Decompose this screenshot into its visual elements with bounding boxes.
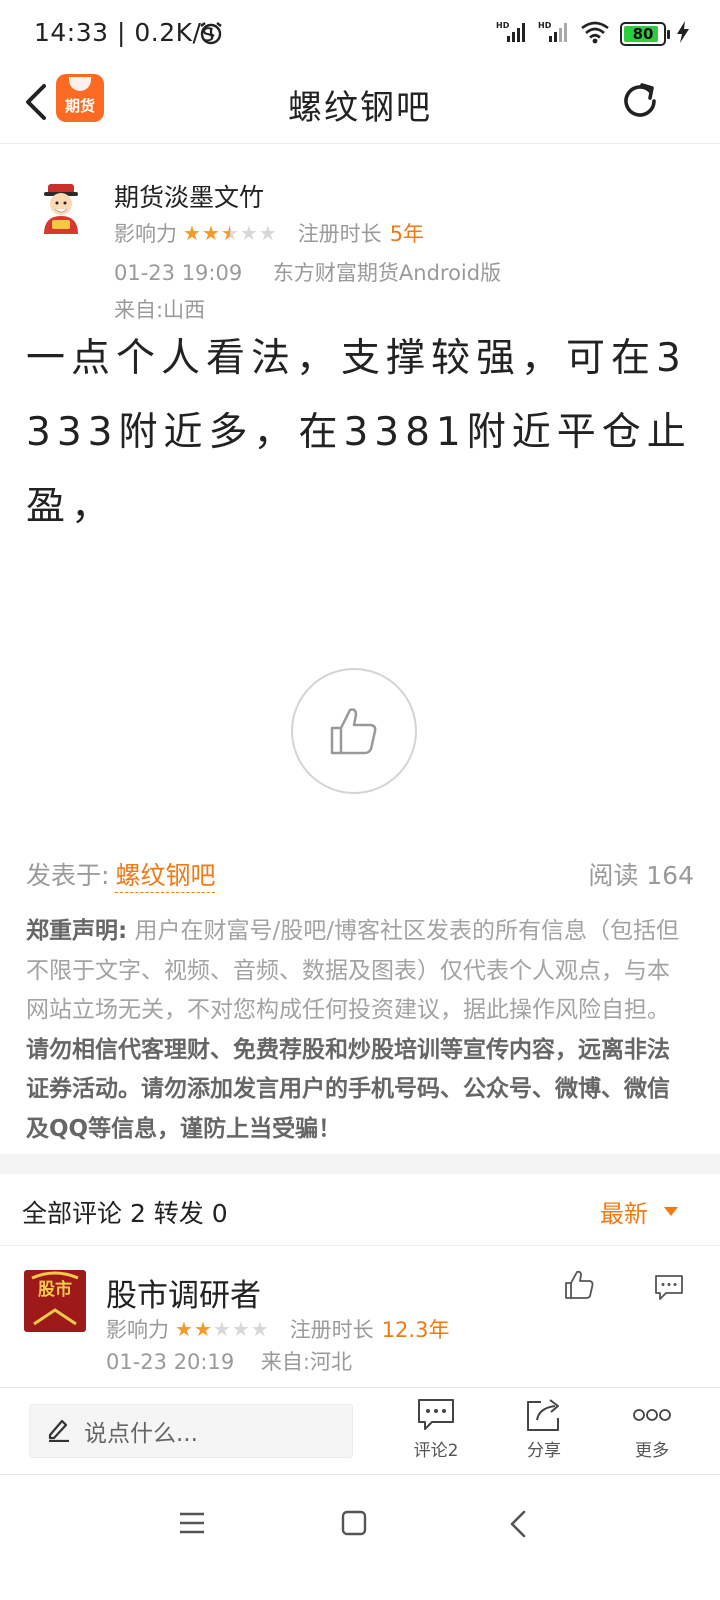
- star-icon: ★: [183, 221, 201, 245]
- hd-signal-icon: HD: [538, 20, 570, 48]
- svg-text:HD: HD: [538, 21, 552, 30]
- comment-reply-icon[interactable]: [654, 1274, 684, 1306]
- comment-like-icon[interactable]: [564, 1270, 596, 1304]
- sort-label: 最新: [600, 1200, 648, 1228]
- commenter-name[interactable]: 股市调研者: [106, 1270, 261, 1315]
- share-button-label: 分享: [527, 1441, 561, 1461]
- back-triangle-icon[interactable]: [508, 1510, 528, 1542]
- status-time: 14:33 | 0.2K/s: [34, 18, 215, 47]
- svg-text:HD: HD: [496, 21, 510, 30]
- post-client: 东方财富期货Android版: [272, 261, 502, 285]
- comment-meta-row: 01-23 20:19 来自:河北: [106, 1346, 352, 1376]
- post-content: 一点个人看法，支撑较强，可在3333附近多，在3381附近平仓止盈，: [26, 336, 692, 529]
- post-location: 来自:山西: [114, 298, 206, 322]
- star-empty-icon: ★: [212, 1317, 231, 1341]
- comment-item: 股市 股市调研者 影响力 ★ ★ ★ ★ ★ 注册时长 12.3年 01-23 20:1…: [0, 1246, 720, 1386]
- battery-level: 80: [632, 25, 654, 43]
- system-nav-bar: [0, 1476, 720, 1600]
- influence-label: 影响力: [114, 222, 177, 246]
- alarm-icon: [198, 20, 224, 50]
- menu-icon[interactable]: [178, 1510, 206, 1540]
- status-icons: HD HD 80: [496, 20, 690, 48]
- wifi-icon: [580, 20, 610, 48]
- star-empty-icon: ★: [239, 221, 258, 245]
- charging-icon: [676, 21, 690, 47]
- more-button-label: 更多: [635, 1441, 669, 1461]
- star-icon: ★: [201, 221, 220, 245]
- star-icon: ★: [175, 1317, 193, 1341]
- pencil-icon: [46, 1416, 72, 1446]
- post-author: 期货淡墨文竹 影响力 ★ ★ ★ ★ ★ 注册时长 5年 01-23 19:09 东方财…: [0, 170, 720, 330]
- author-avatar[interactable]: [34, 180, 88, 234]
- comment-button[interactable]: 评论2: [396, 1398, 476, 1461]
- published-label: 发表于:: [26, 861, 110, 890]
- post-footer: 发表于: 螺纹钢吧 阅读 164: [26, 856, 694, 896]
- reg-value: 5年: [389, 222, 425, 246]
- comments-count[interactable]: 全部评论 2 转发 0: [22, 1194, 228, 1230]
- caret-down-icon: [664, 1207, 678, 1216]
- influence-stars: ★ ★ ★ ★ ★: [175, 1317, 270, 1341]
- refresh-icon[interactable]: [618, 79, 662, 123]
- comment-input-placeholder: 说点什么...: [84, 1421, 198, 1447]
- section-divider: [0, 1154, 720, 1174]
- star-empty-icon: ★: [258, 221, 277, 245]
- like-button[interactable]: [291, 668, 417, 794]
- comments-header: 全部评论 2 转发 0 最新: [0, 1174, 720, 1246]
- author-influence-row: 影响力 ★ ★ ★ ★ ★ 注册时长 5年: [114, 218, 424, 248]
- post-meta-row: 01-23 19:09 东方财富期货Android版: [114, 257, 501, 287]
- hd-signal-icon: HD: [496, 20, 528, 48]
- author-name[interactable]: 期货淡墨文竹: [114, 178, 264, 214]
- star-empty-icon: ★: [231, 1317, 250, 1341]
- comment-datetime: 01-23 20:19: [106, 1350, 235, 1374]
- status-bar: 14:33 | 0.2K/s HD HD 80: [0, 0, 720, 66]
- more-button[interactable]: 更多: [612, 1398, 692, 1461]
- page-title: 螺纹钢吧: [288, 88, 432, 128]
- influence-stars: ★ ★ ★ ★ ★: [183, 221, 278, 245]
- reg-label: 注册时长: [289, 1318, 374, 1342]
- influence-label: 影响力: [106, 1318, 169, 1342]
- commenter-avatar[interactable]: 股市: [24, 1270, 86, 1332]
- published-bar-link[interactable]: 螺纹钢吧: [115, 861, 216, 893]
- comment-input[interactable]: 说点什么...: [29, 1404, 353, 1458]
- battery-icon: 80: [620, 22, 670, 46]
- nav-bar: 期货 螺纹钢吧: [0, 66, 720, 144]
- commenter-avatar-text: 股市: [38, 1280, 72, 1300]
- comment-button-label: 评论2: [413, 1441, 459, 1461]
- disclaimer-title: 郑重声明:: [26, 918, 128, 944]
- star-half-icon: ★: [220, 221, 239, 245]
- reg-label: 注册时长: [297, 222, 382, 246]
- more-dots-icon: [612, 1398, 692, 1432]
- reg-value: 12.3年: [381, 1318, 450, 1342]
- star-icon: ★: [193, 1317, 212, 1341]
- disclaimer-bold-text: 请勿相信代客理财、免费荐股和炒股培训等宣传内容，远离非法证券活动。请勿添加发言用…: [26, 1036, 670, 1142]
- share-button[interactable]: 分享: [504, 1398, 584, 1461]
- share-icon: [504, 1398, 584, 1432]
- comment-location: 来自:河北: [260, 1350, 352, 1374]
- read-count: 阅读 164: [588, 861, 694, 890]
- commenter-influence-row: 影响力 ★ ★ ★ ★ ★ 注册时长 12.3年: [106, 1314, 449, 1344]
- bottom-action-bar: 说点什么... 评论2 分享 更多: [0, 1387, 720, 1475]
- home-square-icon[interactable]: [341, 1510, 367, 1540]
- sort-dropdown[interactable]: 最新: [600, 1194, 678, 1229]
- post-datetime: 01-23 19:09: [114, 261, 243, 285]
- comment-bubble-icon: [396, 1398, 476, 1432]
- star-empty-icon: ★: [250, 1317, 269, 1341]
- disclaimer: 郑重声明: 用户在财富号/股吧/博客社区发表的所有信息（包括但不限于文字、视频、…: [26, 912, 686, 1149]
